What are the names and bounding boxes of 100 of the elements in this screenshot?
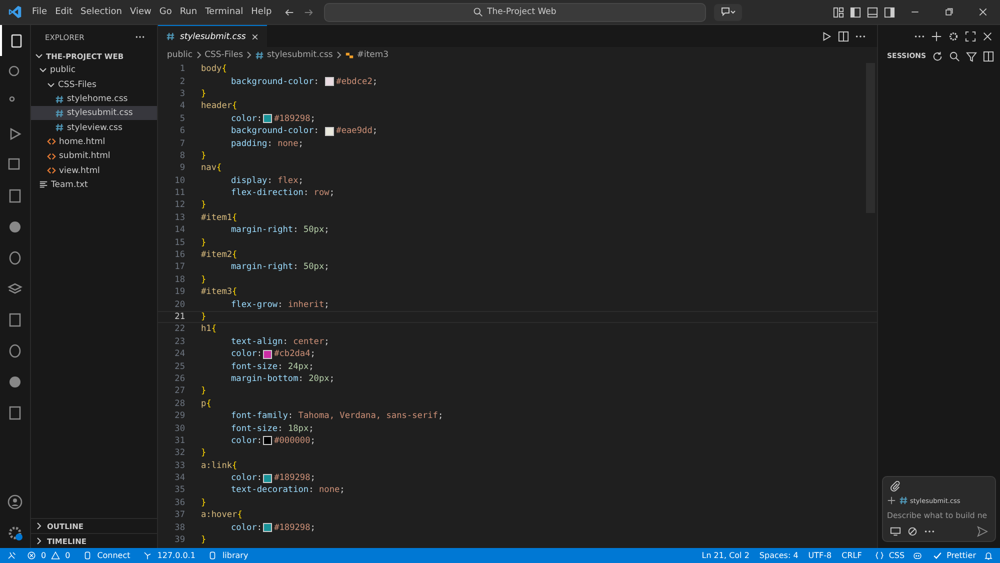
panel-toggle-icon[interactable] <box>983 50 994 62</box>
code-line: } <box>201 150 206 161</box>
maximize-icon[interactable] <box>965 30 976 42</box>
refresh-icon[interactable] <box>932 50 944 62</box>
forward-arrow-icon[interactable] <box>302 6 314 18</box>
layers-icon[interactable] <box>7 280 23 296</box>
menu-item[interactable]: Edit <box>51 7 76 17</box>
tree-item[interactable]: home.html <box>31 134 157 150</box>
panel-toggle-icon[interactable] <box>867 6 878 18</box>
run-icon[interactable] <box>821 30 832 42</box>
hash-icon <box>55 108 64 118</box>
tree-item[interactable]: CSS-Files <box>31 78 157 92</box>
line-number: 17 <box>174 262 185 272</box>
line-number: 37 <box>174 510 185 520</box>
line-number: 30 <box>174 424 185 434</box>
line-number: 5 <box>178 114 185 124</box>
problems-status[interactable]: 0 0 <box>19 551 76 560</box>
settings-icon[interactable] <box>948 30 959 42</box>
tree-item[interactable]: Team.txt <box>31 178 157 192</box>
menu-item[interactable]: Terminal <box>201 7 248 17</box>
remote-icon[interactable] <box>7 551 16 560</box>
menu-item[interactable]: File <box>28 7 52 17</box>
restore-icon[interactable] <box>944 7 954 17</box>
code-line: background-color: #eae9dd; <box>231 126 378 136</box>
tree-item[interactable]: stylehome.css <box>31 92 157 106</box>
layout-icon[interactable] <box>833 6 844 18</box>
symbol-icon <box>344 50 354 60</box>
line-number: 8 <box>178 150 185 161</box>
warning-icon <box>51 551 60 560</box>
settings-icon[interactable] <box>7 524 23 540</box>
tree-item[interactable]: styleview.css <box>31 120 157 135</box>
status-item[interactable]: Spaces: 4 <box>754 551 804 560</box>
host-status[interactable]: 127.0.0.1 <box>135 551 200 560</box>
tree-item[interactable]: public <box>31 63 157 78</box>
line-number: 6 <box>178 126 185 136</box>
line-number: 16 <box>174 250 185 260</box>
line-number: 20 <box>174 300 185 310</box>
add-icon[interactable] <box>887 496 896 505</box>
angle-brackets-icon <box>47 166 56 176</box>
line-number: 12 <box>174 200 185 210</box>
back-arrow-icon[interactable] <box>284 6 295 18</box>
close-icon[interactable] <box>982 30 993 42</box>
breadcrumb-item[interactable]: CSS-Files <box>204 50 244 60</box>
filter-icon[interactable] <box>966 50 978 62</box>
code-line: text-align: center; <box>231 336 330 347</box>
close-icon[interactable] <box>978 7 988 17</box>
language-status[interactable]: CSS <box>866 551 910 560</box>
menu-item[interactable]: Run <box>176 7 202 17</box>
editor-tab[interactable]: stylesubmit.css <box>158 24 267 48</box>
more-icon[interactable] <box>135 35 145 39</box>
command-center[interactable]: The-Project Web <box>324 2 706 22</box>
line-number: 9 <box>178 163 185 174</box>
sidebar-toggle-icon[interactable] <box>850 6 861 18</box>
code-line: color: #189298; <box>231 114 316 124</box>
line-number: 25 <box>174 362 185 372</box>
split-editor-icon[interactable] <box>838 30 849 42</box>
code-line: font-size: 18px; <box>231 424 314 434</box>
breadcrumb-item[interactable]: public <box>167 50 193 60</box>
hash-icon <box>55 123 64 132</box>
menu-item[interactable]: Selection <box>76 7 126 17</box>
status-item[interactable]: CRLF <box>836 551 867 560</box>
line-number: 34 <box>174 473 185 484</box>
code-line: a:link{ <box>201 460 238 471</box>
hash-icon <box>55 94 64 104</box>
code-line: display: flex; <box>231 176 304 186</box>
menu-item[interactable]: Help <box>247 7 276 17</box>
new-chat-icon[interactable] <box>931 30 942 42</box>
breadcrumb-item[interactable]: #item3 <box>356 50 389 60</box>
notification-bell-icon[interactable] <box>984 551 993 560</box>
connect-status[interactable]: Connect <box>75 551 136 560</box>
send-icon[interactable] <box>977 526 988 537</box>
line-number: 3 <box>178 88 185 99</box>
code-line: } <box>201 88 206 99</box>
line-number: 36 <box>174 498 185 508</box>
menu-item[interactable]: View <box>126 7 156 17</box>
paperclip-icon[interactable] <box>890 481 901 492</box>
database-status[interactable]: library <box>200 551 254 560</box>
hash-icon <box>166 32 175 41</box>
prettier-status[interactable]: Prettier <box>924 551 981 560</box>
chat-button[interactable] <box>714 4 742 20</box>
account-icon[interactable] <box>7 494 23 510</box>
menu-item[interactable]: Go <box>155 7 176 17</box>
status-item[interactable]: UTF-8 <box>803 551 837 560</box>
tree-item[interactable]: submit.html <box>31 149 157 164</box>
code-line: } <box>201 200 206 210</box>
tree-item[interactable]: view.html <box>31 163 157 178</box>
breadcrumb-item[interactable]: stylesubmit.css <box>267 50 333 60</box>
tree-item[interactable]: stylesubmit.css <box>31 106 157 120</box>
hash-icon <box>899 496 908 505</box>
line-number: 28 <box>174 398 185 409</box>
error-icon <box>27 551 36 560</box>
line-number: 1 <box>178 64 185 74</box>
secondary-sidebar-toggle-icon[interactable] <box>884 6 895 18</box>
line-number: 15 <box>174 238 185 248</box>
copilot-icon[interactable] <box>912 551 922 560</box>
code-line: h1{ <box>201 324 217 334</box>
no-tools-icon[interactable] <box>907 526 918 537</box>
status-item[interactable]: Ln 21, Col 2 <box>696 551 754 560</box>
monitor-icon[interactable] <box>890 526 901 537</box>
close-icon[interactable] <box>250 32 259 40</box>
